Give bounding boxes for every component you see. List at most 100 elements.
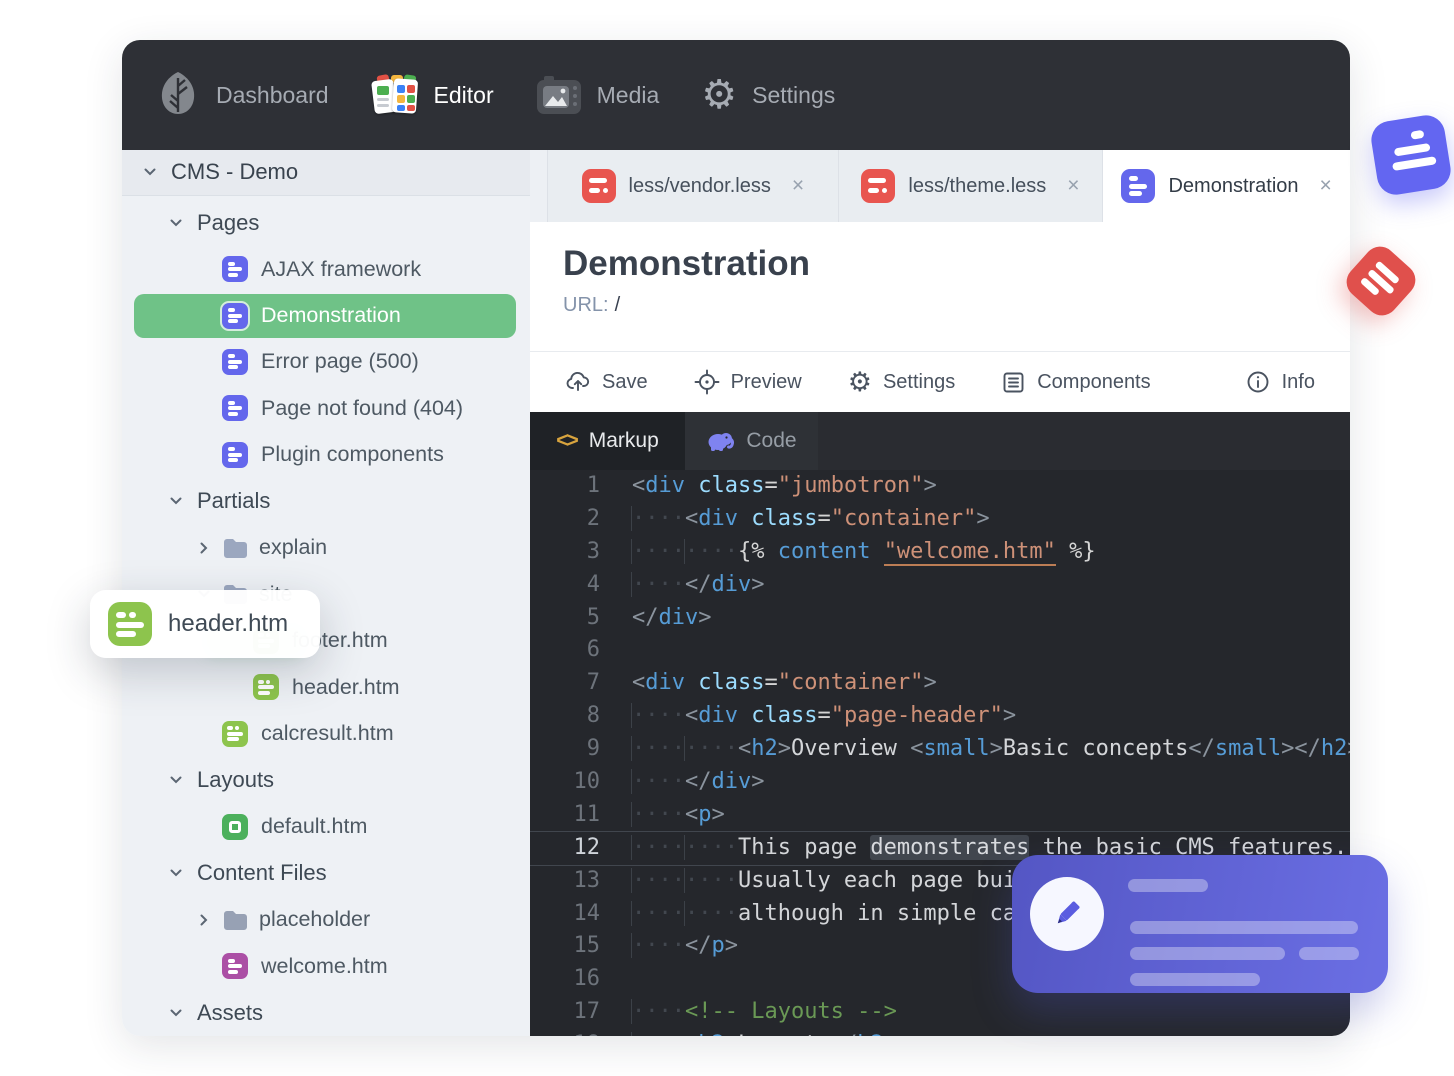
code-line[interactable]: 11 ····<p>	[530, 799, 1350, 832]
tree-folder-placeholder[interactable]: placeholder	[122, 897, 530, 944]
line-number: 14	[573, 900, 601, 926]
page-title: Demonstration	[563, 244, 810, 283]
line-number: 16	[573, 966, 601, 992]
folder-icon	[224, 910, 247, 930]
tree-item-header[interactable]: header.htm	[122, 664, 530, 711]
page-file-icon	[220, 300, 250, 331]
document-tabs: less/vendor.less × less/theme.less × Dem…	[530, 150, 1350, 222]
tab-vendor-less[interactable]: less/vendor.less ×	[547, 150, 838, 222]
line-number: 1	[586, 473, 600, 498]
nav-label: Editor	[433, 81, 494, 108]
page-file-icon	[222, 348, 248, 375]
tree-item-demonstration-selected[interactable]: Demonstration	[134, 293, 516, 338]
code-line[interactable]: 3 ········{% content "welcome.htm" %}	[530, 536, 1350, 569]
drag-ghost[interactable]: header.htm	[90, 590, 320, 658]
layout-file-icon	[222, 813, 248, 840]
sidebar-section-assets[interactable]: Assets	[122, 990, 530, 1037]
gear-icon: ⚙	[701, 72, 738, 118]
code-line[interactable]: 1 <div class="jumbotron">	[530, 470, 1350, 503]
chevron-right-icon	[200, 542, 208, 554]
code-line[interactable]: 17 ····<!-- Layouts -->	[530, 996, 1350, 1029]
line-number: 6	[586, 637, 600, 663]
code-line[interactable]: 18····<h2>Layouts</h2>	[530, 1029, 1350, 1036]
code-line[interactable]: 9 ········<h2>Overview <small>Basic conce…	[530, 733, 1350, 766]
chevron-right-icon	[200, 914, 208, 926]
nav-label: Settings	[752, 81, 836, 108]
code-line[interactable]: 8 ····<div class="page-header">	[530, 700, 1350, 733]
line-number: 8	[586, 703, 600, 729]
tree-item-plugin-components[interactable]: Plugin components	[122, 432, 530, 479]
tree-folder-explain[interactable]: explain	[122, 525, 530, 572]
tree-item-welcome[interactable]: welcome.htm	[122, 943, 530, 990]
code-line[interactable]: 2 ····<div class="container">	[530, 503, 1350, 536]
partial-file-icon	[108, 602, 152, 646]
tree-item-page-not-found[interactable]: Page not found (404)	[122, 385, 530, 432]
preview-button[interactable]: Preview	[694, 369, 802, 395]
tab-theme-less[interactable]: less/theme.less ×	[837, 150, 1103, 222]
code-line[interactable]: 6	[530, 634, 1350, 667]
sidebar-section-layouts[interactable]: Layouts	[122, 757, 530, 804]
close-icon[interactable]: ×	[1067, 174, 1079, 198]
floating-page-icon	[1368, 112, 1454, 198]
nav-item-editor[interactable]: Editor	[370, 73, 494, 117]
line-number: 5	[586, 604, 600, 630]
tab-demonstration[interactable]: Demonstration ×	[1102, 150, 1350, 222]
tree-item-default-layout[interactable]: default.htm	[122, 804, 530, 851]
php-elephant-icon	[708, 433, 735, 451]
line-number: 13	[573, 867, 601, 893]
editor-tabs: <> Markup Code	[530, 412, 1350, 470]
line-number: 2	[586, 505, 600, 531]
october-leaf-logo	[158, 70, 198, 121]
code-line[interactable]: 4 ····</div>	[530, 569, 1350, 602]
settings-button[interactable]: ⚙ Settings	[848, 369, 955, 396]
chevron-down-icon	[170, 776, 182, 784]
pencil-icon	[1057, 901, 1080, 924]
toolbar: Save Preview ⚙ Settings Components Info	[530, 352, 1350, 412]
line-number: 7	[586, 670, 600, 696]
floating-less-icon	[1340, 240, 1422, 322]
tree-item-calcresult[interactable]: calcresult.htm	[122, 711, 530, 758]
tree-item-error-page[interactable]: Error page (500)	[122, 339, 530, 386]
document-header: Demonstration URL: /	[530, 222, 1350, 352]
chevron-down-icon	[170, 869, 182, 877]
close-icon[interactable]: ×	[792, 174, 804, 198]
editing-teaser-card	[1012, 855, 1388, 993]
info-button[interactable]: Info	[1245, 369, 1315, 395]
close-icon[interactable]: ×	[1320, 174, 1332, 198]
skeleton-line	[1130, 947, 1285, 960]
sidebar-section-partials[interactable]: Partials	[122, 478, 530, 525]
line-number: 9	[586, 736, 600, 762]
markup-brackets-icon: <>	[556, 429, 578, 452]
components-list-icon	[1003, 372, 1024, 392]
skeleton-line	[1130, 921, 1358, 934]
tab-markup[interactable]: <> Markup	[530, 412, 685, 470]
tab-code[interactable]: Code	[685, 412, 818, 470]
sidebar-root[interactable]: CMS - Demo	[122, 150, 530, 196]
media-camera-icon	[536, 76, 582, 114]
sidebar-section-pages[interactable]: Pages	[122, 200, 530, 247]
less-file-icon	[581, 169, 616, 203]
save-button[interactable]: Save	[565, 370, 648, 394]
code-line[interactable]: 7 <div class="container">	[530, 667, 1350, 700]
page-url: URL: /	[563, 294, 621, 316]
drag-ghost-label: header.htm	[168, 610, 289, 637]
code-line[interactable]: 5 </div>	[530, 602, 1350, 635]
sidebar-section-content-files[interactable]: Content Files	[122, 850, 530, 897]
page: Dashboard Editor Media ⚙ Settings CMS - …	[0, 0, 1454, 1076]
nav-item-dashboard[interactable]: Dashboard	[216, 82, 329, 109]
nav-item-media[interactable]: Media	[536, 76, 659, 114]
tree-item-ajax-framework[interactable]: AJAX framework	[122, 246, 530, 293]
pencil-badge	[1030, 877, 1104, 951]
line-number: 15	[573, 933, 601, 959]
page-file-icon	[222, 441, 248, 468]
line-number: 18	[530, 1029, 601, 1036]
skeleton-line	[1299, 947, 1359, 960]
sidebar-root-label: CMS - Demo	[171, 159, 299, 185]
chevron-down-icon	[170, 1009, 182, 1017]
components-button[interactable]: Components	[1001, 370, 1151, 395]
nav-item-settings[interactable]: ⚙ Settings	[701, 75, 835, 115]
editor-icon	[370, 73, 419, 117]
partial-file-icon	[253, 674, 279, 701]
line-number: 17	[573, 999, 601, 1025]
code-line[interactable]: 10 ····</div>	[530, 766, 1350, 799]
